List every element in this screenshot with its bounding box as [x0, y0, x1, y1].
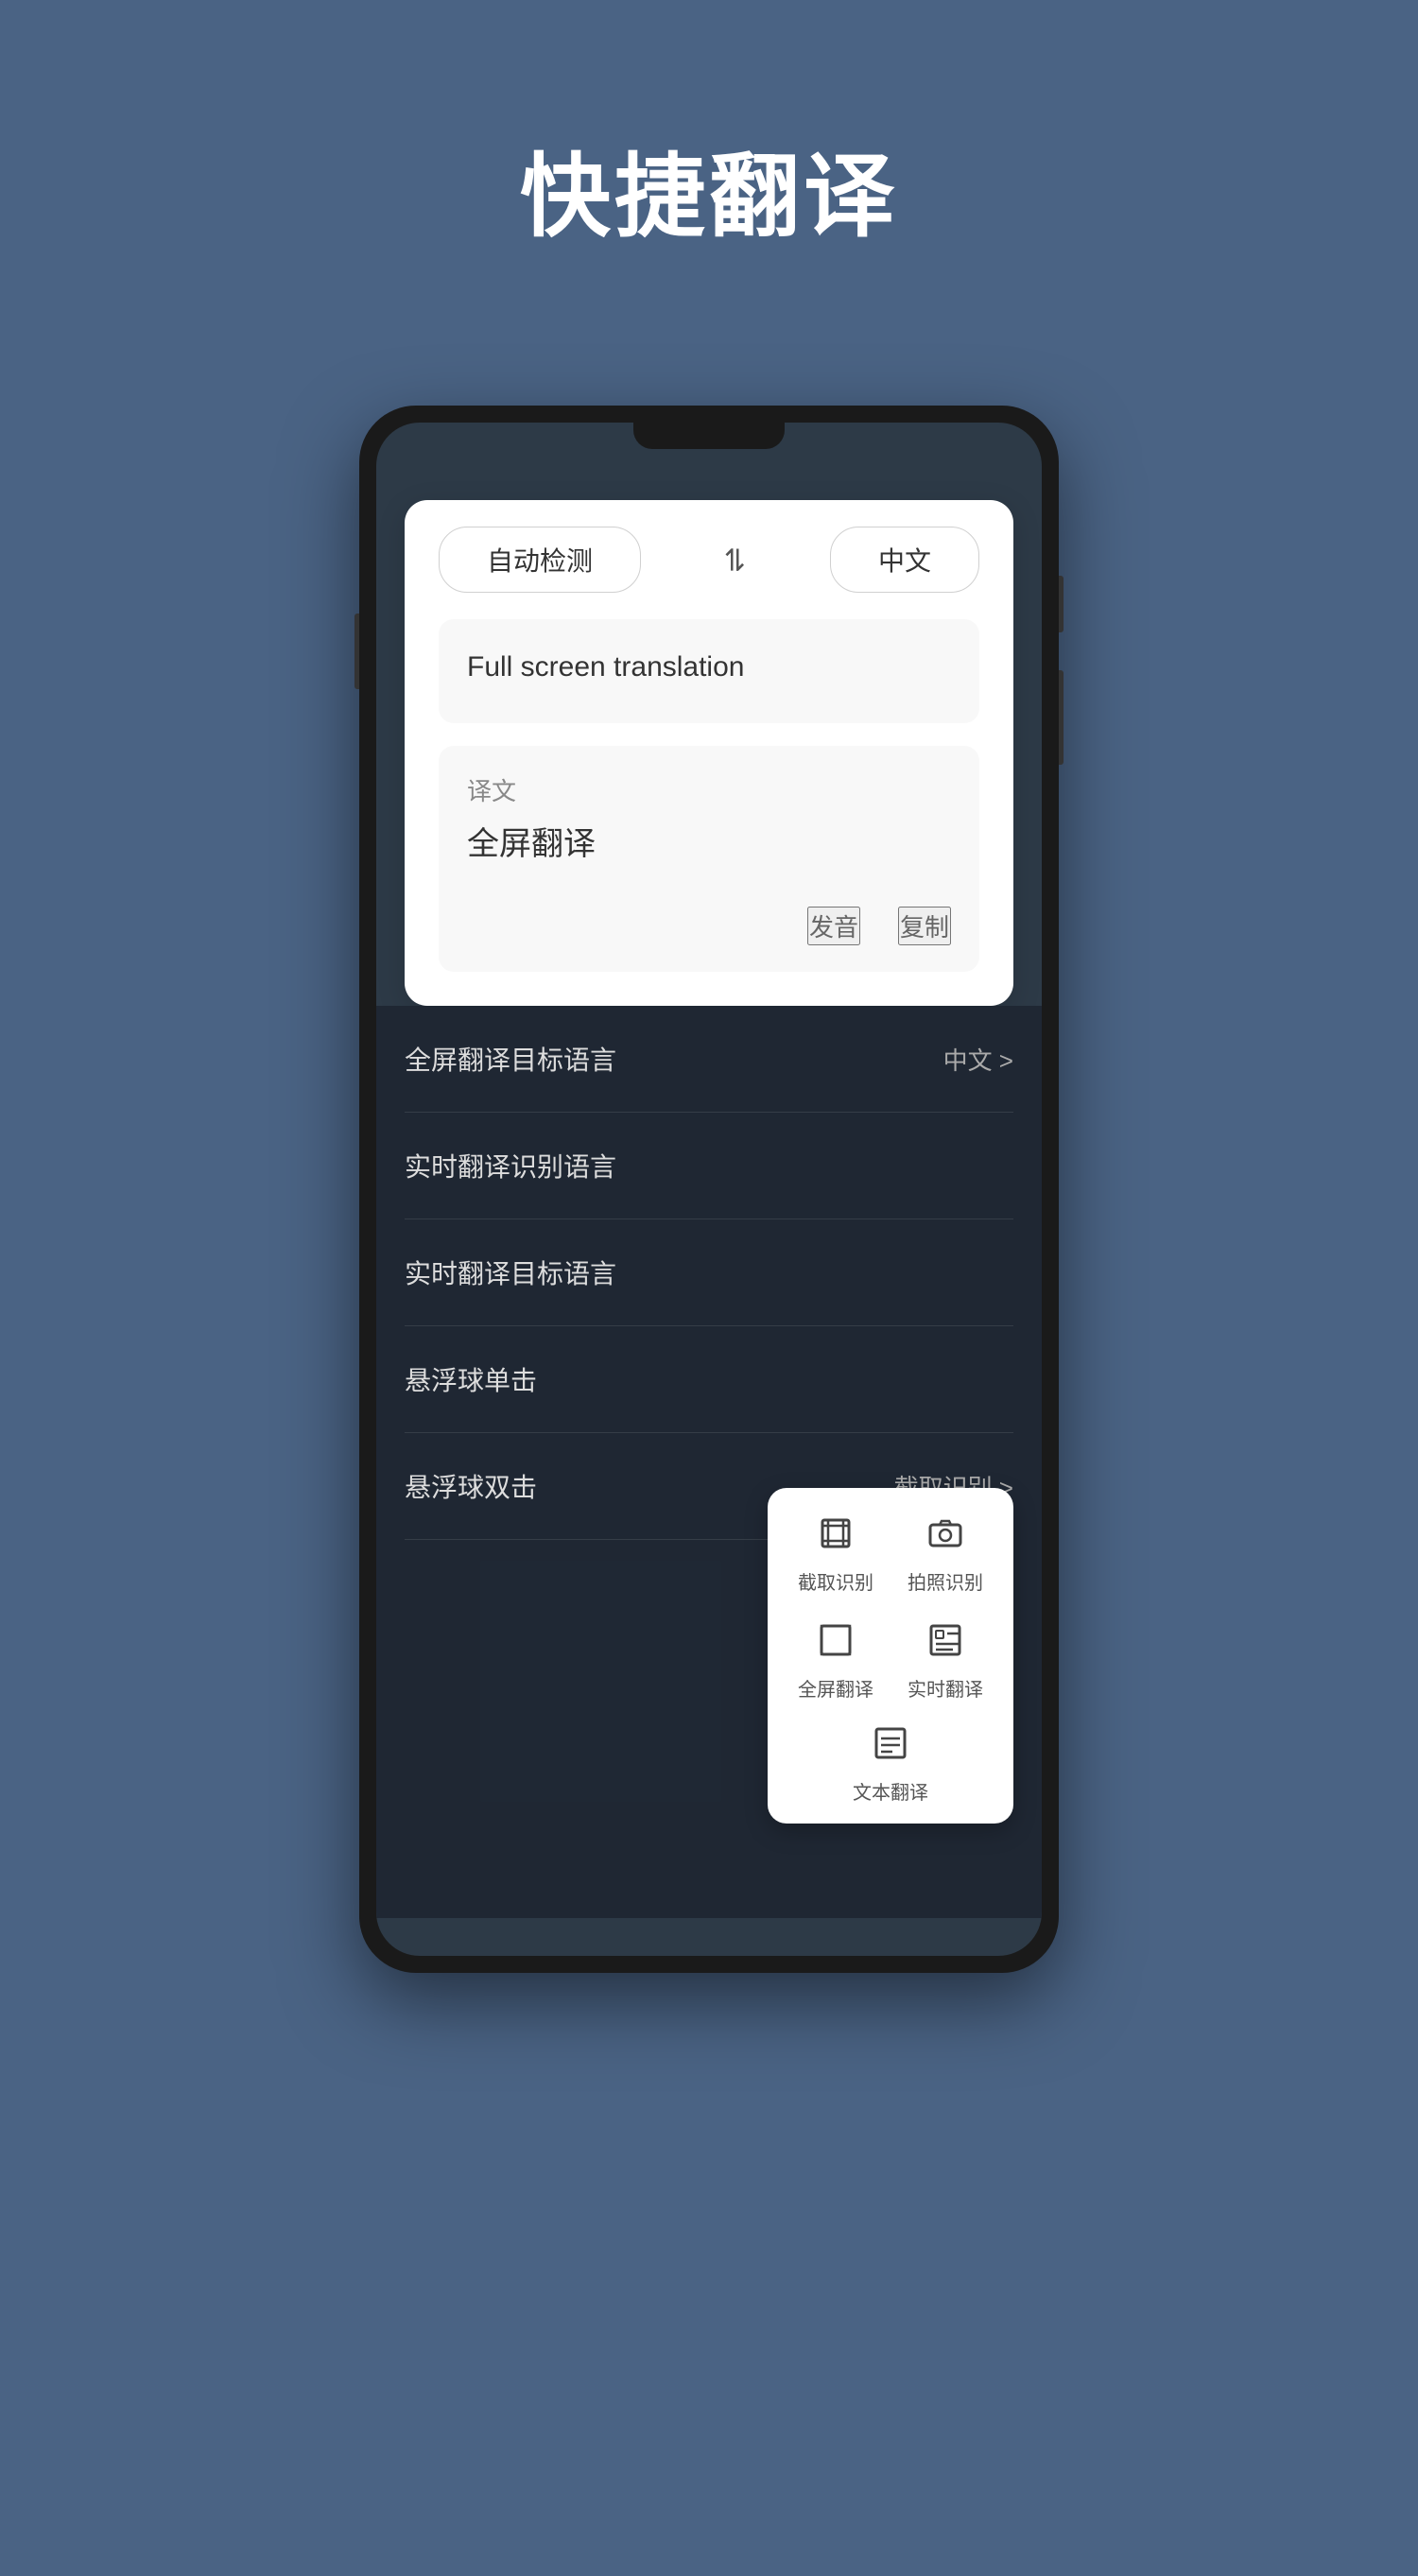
- input-area[interactable]: Full screen translation: [439, 619, 979, 723]
- settings-label-fullscreen-target: 全屏翻译目标语言: [405, 1040, 616, 1078]
- phone-frame: 自动检测 ⇌ 中文 Full screen translation 译文 全屏翻…: [359, 406, 1059, 1973]
- swap-languages-icon[interactable]: ⇌: [718, 547, 753, 573]
- settings-value-fullscreen-target: 中文 >: [943, 1042, 1013, 1077]
- phone-container: 自动检测 ⇌ 中文 Full screen translation 译文 全屏翻…: [359, 406, 1059, 2013]
- result-label: 译文: [467, 772, 951, 807]
- quick-action-panel: 截取识别 拍照识别: [768, 1488, 1013, 1824]
- realtime-icon: [919, 1614, 972, 1667]
- realtime-label: 实时翻译: [908, 1674, 983, 1702]
- target-lang-button[interactable]: 中文: [830, 527, 979, 593]
- phone-button-right-bottom: [1059, 670, 1064, 765]
- lang-selector-row: 自动检测 ⇌ 中文: [439, 527, 979, 593]
- settings-section: 全屏翻译目标语言 中文 > 实时翻译识别语言 实时翻译目标语言 悬浮球单击: [376, 1006, 1042, 1918]
- settings-item-float-single[interactable]: 悬浮球单击: [405, 1326, 1013, 1433]
- fullscreen-label: 全屏翻译: [798, 1674, 873, 1702]
- camera-icon: [919, 1507, 972, 1560]
- text-translate-icon: [864, 1717, 917, 1770]
- phone-notch: [633, 423, 785, 449]
- pronounce-button[interactable]: 发音: [807, 907, 860, 945]
- settings-label-float-single: 悬浮球单击: [405, 1360, 537, 1398]
- quick-action-realtime[interactable]: 实时翻译: [900, 1614, 991, 1702]
- phone-button-left: [354, 614, 359, 689]
- quick-action-grid: 截取识别 拍照识别: [790, 1507, 991, 1702]
- quick-action-fullscreen[interactable]: 全屏翻译: [790, 1614, 881, 1702]
- result-area: 译文 全屏翻译 发音 复制: [439, 746, 979, 972]
- fullscreen-icon: [809, 1614, 862, 1667]
- quick-action-camera[interactable]: 拍照识别: [900, 1507, 991, 1595]
- phone-button-right-top: [1059, 576, 1064, 632]
- input-text: Full screen translation: [467, 646, 951, 688]
- translation-card: 自动检测 ⇌ 中文 Full screen translation 译文 全屏翻…: [405, 500, 1013, 1006]
- screen-content: 自动检测 ⇌ 中文 Full screen translation 译文 全屏翻…: [376, 423, 1042, 1956]
- result-text: 全屏翻译: [467, 821, 951, 869]
- settings-item-fullscreen-target[interactable]: 全屏翻译目标语言 中文 >: [405, 1006, 1013, 1113]
- text-translate-label: 文本翻译: [853, 1777, 928, 1805]
- settings-label-realtime-target: 实时翻译目标语言: [405, 1253, 616, 1291]
- copy-button[interactable]: 复制: [898, 907, 951, 945]
- phone-screen: 自动检测 ⇌ 中文 Full screen translation 译文 全屏翻…: [376, 423, 1042, 1956]
- settings-label-realtime-source: 实时翻译识别语言: [405, 1147, 616, 1184]
- quick-action-text[interactable]: 文本翻译: [790, 1717, 991, 1805]
- camera-label: 拍照识别: [908, 1567, 983, 1595]
- source-lang-button[interactable]: 自动检测: [439, 527, 641, 593]
- settings-label-float-double: 悬浮球双击: [405, 1467, 537, 1505]
- result-actions: 发音 复制: [467, 907, 951, 945]
- crop-label: 截取识别: [798, 1567, 873, 1595]
- settings-item-realtime-source[interactable]: 实时翻译识别语言: [405, 1113, 1013, 1219]
- quick-action-crop[interactable]: 截取识别: [790, 1507, 881, 1595]
- settings-item-realtime-target[interactable]: 实时翻译目标语言: [405, 1219, 1013, 1326]
- crop-icon: [809, 1507, 862, 1560]
- page-title: 快捷翻译: [520, 123, 898, 254]
